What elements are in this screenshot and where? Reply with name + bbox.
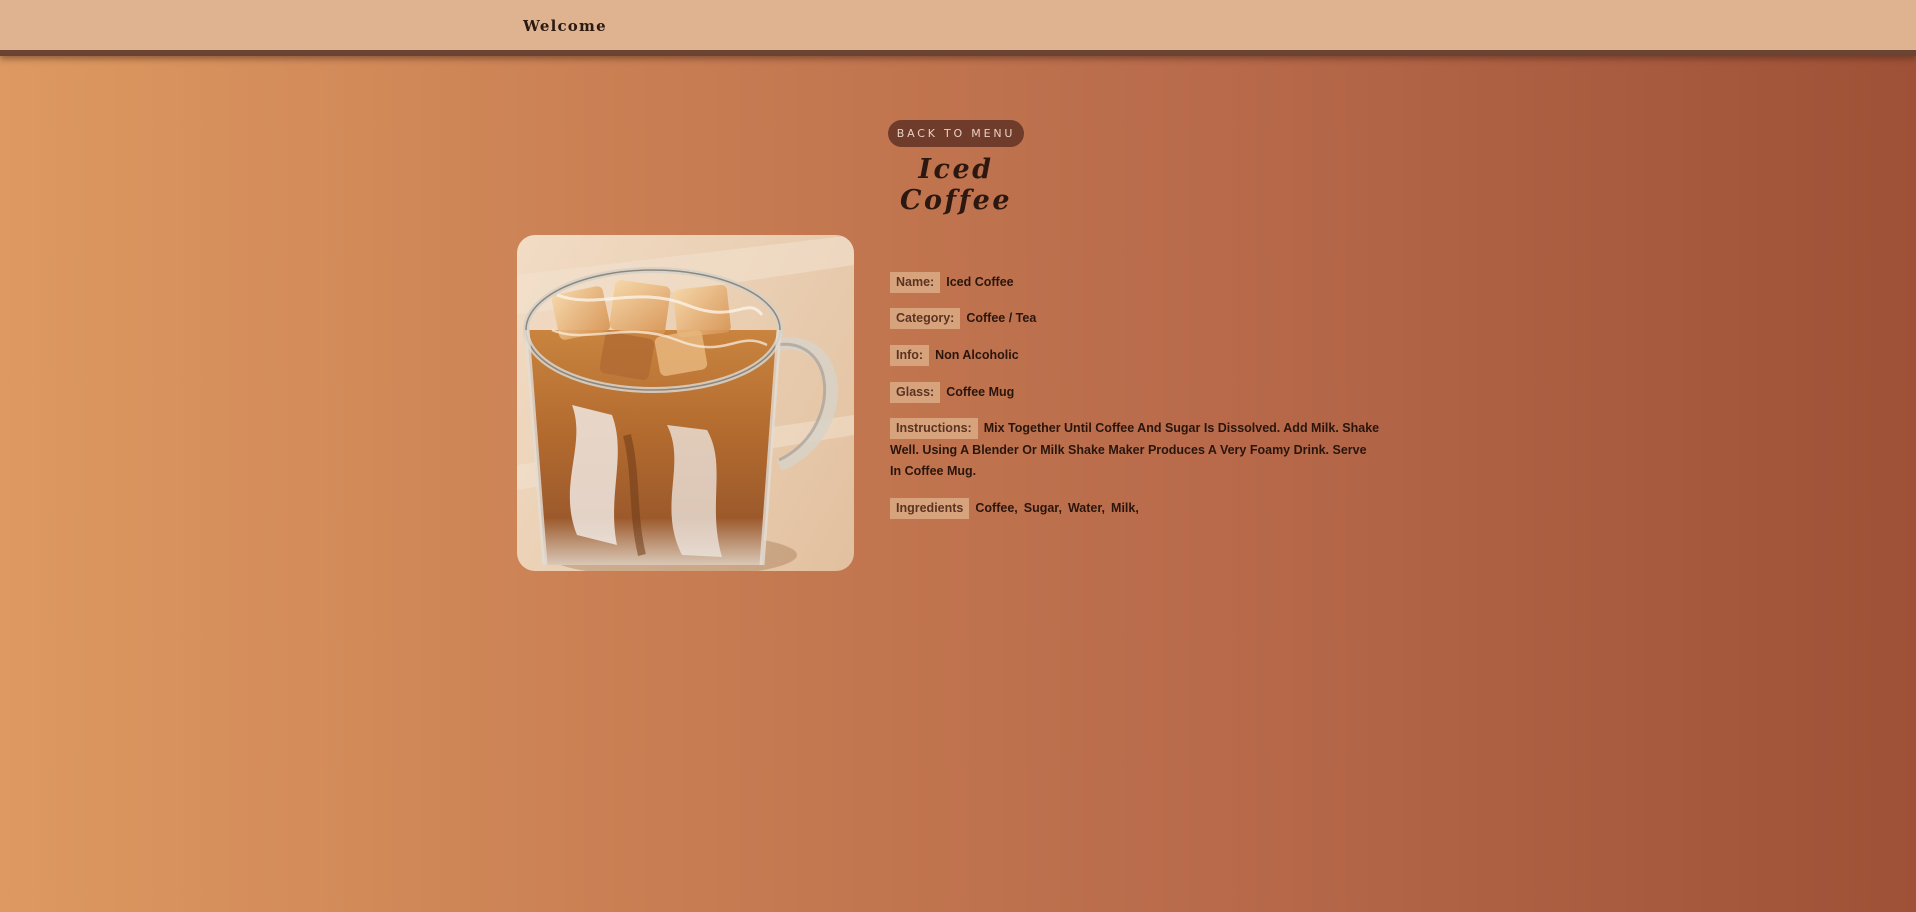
top-navbar: Welcome bbox=[0, 0, 1916, 56]
ingredient-item: Water, bbox=[1067, 501, 1106, 515]
category-value: Coffee / Tea bbox=[966, 311, 1037, 325]
iced-coffee-illustration bbox=[517, 235, 854, 571]
detail-row-category: Category: Coffee / Tea bbox=[890, 308, 1036, 329]
info-value: Non Alcoholic bbox=[935, 348, 1019, 362]
glass-value: Coffee Mug bbox=[946, 385, 1015, 399]
glass-label: Glass: bbox=[890, 382, 941, 403]
back-to-menu-button[interactable]: BACK TO MENU bbox=[888, 120, 1024, 147]
ingredient-item: Coffee, bbox=[975, 501, 1018, 515]
page-title: Iced Coffee bbox=[899, 154, 1013, 216]
ingredient-item: Sugar, bbox=[1023, 501, 1062, 515]
name-label: Name: bbox=[890, 272, 941, 293]
detail-row-instructions: Instructions: Mix Together Until Coffee A… bbox=[890, 418, 1380, 483]
detail-row-info: Info: Non Alcoholic bbox=[890, 345, 1019, 366]
name-value: Iced Coffee bbox=[946, 275, 1014, 289]
drink-image bbox=[517, 235, 854, 571]
detail-row-name: Name: Iced Coffee bbox=[890, 272, 1014, 293]
ingredient-item: Milk, bbox=[1111, 501, 1139, 515]
detail-row-ingredients: Ingredients Coffee, Sugar, Water, Milk, bbox=[890, 498, 1145, 519]
category-label: Category: bbox=[890, 308, 961, 329]
info-label: Info: bbox=[890, 345, 930, 366]
instructions-label: Instructions: bbox=[890, 418, 978, 439]
detail-row-glass: Glass: Coffee Mug bbox=[890, 382, 1014, 403]
brand-link[interactable]: Welcome bbox=[523, 17, 607, 35]
ingredients-label: Ingredients bbox=[890, 498, 970, 519]
